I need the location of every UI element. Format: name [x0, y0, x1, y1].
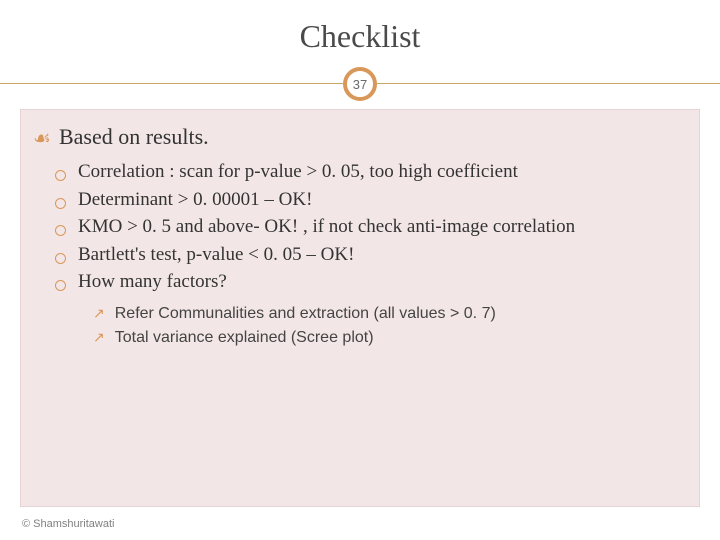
list-item-text: KMO > 0. 5 and above- OK! , if not check…	[78, 213, 575, 241]
circle-bullet-icon	[55, 198, 66, 209]
circle-bullet-icon	[55, 253, 66, 264]
arrow-bullet-icon: ↗	[93, 327, 105, 348]
bullet-list: Correlation : scan for p-value > 0. 05, …	[55, 158, 683, 296]
list-item: Bartlett's test, p-value < 0. 05 – OK!	[55, 241, 683, 269]
heading-item: ☙ Based on results.	[33, 124, 683, 150]
sub-list-item: ↗ Refer Communalities and extraction (al…	[93, 302, 683, 326]
circle-bullet-icon	[55, 280, 66, 291]
list-item-text: Correlation : scan for p-value > 0. 05, …	[78, 158, 518, 186]
divider-wrap: 37	[0, 63, 720, 107]
list-item: How many factors?	[55, 268, 683, 296]
list-item-text: Determinant > 0. 00001 – OK!	[78, 186, 312, 214]
list-item-text: How many factors?	[78, 268, 227, 296]
slide-title: Checklist	[0, 0, 720, 63]
arrow-bullet-icon: ↗	[93, 303, 105, 324]
sub-list-item: ↗ Total variance explained (Scree plot)	[93, 326, 683, 350]
page-number: 37	[353, 77, 367, 92]
slide: Checklist 37 ☙ Based on results. Correla…	[0, 0, 720, 540]
list-item-text: Bartlett's test, p-value < 0. 05 – OK!	[78, 241, 354, 269]
list-item: KMO > 0. 5 and above- OK! , if not check…	[55, 213, 683, 241]
list-item: Correlation : scan for p-value > 0. 05, …	[55, 158, 683, 186]
sub-list-item-text: Refer Communalities and extraction (all …	[115, 302, 496, 326]
sub-bullet-list: ↗ Refer Communalities and extraction (al…	[93, 302, 683, 350]
page-number-badge: 37	[343, 67, 377, 101]
list-item: Determinant > 0. 00001 – OK!	[55, 186, 683, 214]
content-panel: ☙ Based on results. Correlation : scan f…	[20, 109, 700, 507]
circle-bullet-icon	[55, 225, 66, 236]
swirl-bullet-icon: ☙	[33, 129, 51, 149]
sub-list-item-text: Total variance explained (Scree plot)	[115, 326, 374, 350]
footer-copyright: © Shamshuritawati	[22, 518, 114, 530]
circle-bullet-icon	[55, 170, 66, 181]
heading-text: Based on results.	[59, 124, 209, 150]
